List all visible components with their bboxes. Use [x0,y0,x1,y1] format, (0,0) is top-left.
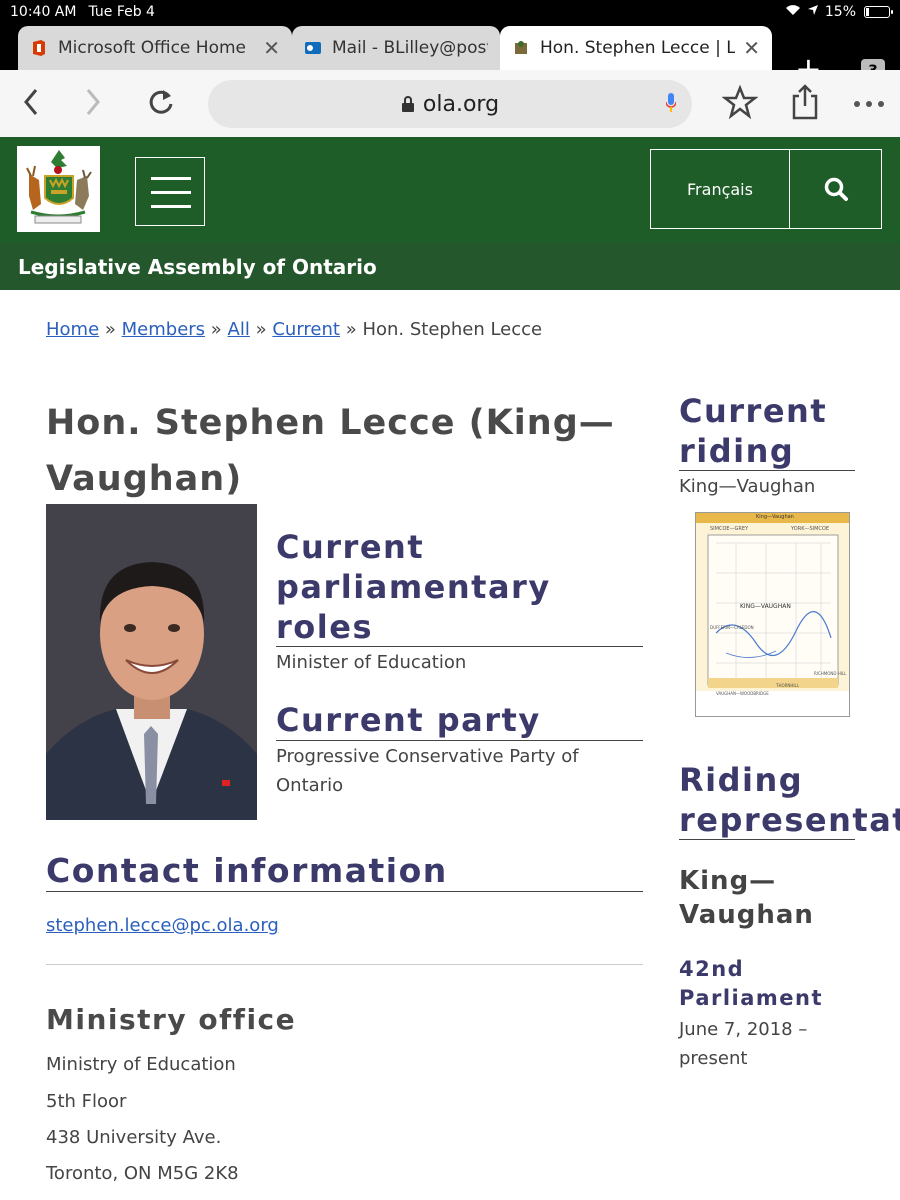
breadcrumb-current-page: Hon. Stephen Lecce [362,319,543,340]
tab-label: Microsoft Office Home [58,38,246,58]
url-text: ola.org [422,91,500,117]
breadcrumb-separator: » [210,319,222,340]
battery-percent: 15% [824,4,856,20]
tab-stephen-lecce[interactable]: Hon. Stephen Lecce | Leg ✕ [500,26,772,70]
share-icon[interactable] [788,82,822,130]
map-region-label: VAUGHAN—WOODBRIDGE [716,691,769,696]
role-text: Minister of Education [276,652,467,673]
ministry-office-heading: Ministry office [46,1003,297,1036]
menu-button[interactable] [135,157,205,226]
breadcrumb-home-link[interactable]: Home [46,319,99,340]
map-region-label: DUFFERIN—CALEDON [710,625,754,630]
close-tab-icon[interactable]: ✕ [743,36,760,60]
hamburger-line [151,177,191,180]
party-heading: Current party [276,701,541,739]
reload-icon[interactable] [143,82,177,130]
url-field[interactable]: ola.org [208,80,692,128]
contact-divider [46,891,643,892]
breadcrumb: Home » Members » All » Current » Hon. St… [46,319,542,340]
contact-heading: Contact information [46,851,448,890]
breadcrumb-separator: » [104,319,116,340]
ontario-coat-of-arms-logo[interactable] [17,146,100,232]
hamburger-line [151,191,191,194]
close-tab-icon[interactable]: ✕ [263,36,280,60]
map-region-label: RICHMOND HILL [814,671,847,676]
address-bar-row: ola.org [0,70,900,137]
map-region-label: SIMCOE—GREY [710,526,749,532]
parliament-heading: 42nd Parliament [679,957,824,1010]
breadcrumb-separator: » [255,319,267,340]
riding-map[interactable]: King—Vaughan SIMCOE—GREY YORK—SIMCOE KIN… [695,512,850,717]
status-time: 10:40 AM [10,4,77,20]
riding-representation-heading: Riding representation [679,761,900,839]
representation-divider [679,839,855,840]
parliament-term: June 7, 2018 – present [679,1019,808,1069]
lock-icon [401,96,414,112]
status-indicators: 15% [785,4,893,20]
crest-favicon-icon [515,41,527,54]
email-link[interactable]: stephen.lecce@pc.ola.org [46,911,279,940]
party-text: Progressive Conservative Party of Ontari… [276,746,579,796]
office-line: 5th Floor [46,1091,127,1112]
hamburger-line [151,205,191,208]
site-search-button[interactable] [789,149,882,229]
breadcrumb-members-link[interactable]: Members [122,319,205,340]
status-bar: 10:40 AM Tue Feb 4 15% [0,0,900,24]
breadcrumb-current-link[interactable]: Current [272,319,340,340]
location-arrow-icon [807,4,819,20]
page-title: Hon. Stephen Lecce (King—Vaughan) [46,403,615,499]
forward-button[interactable] [82,82,104,130]
assembly-name-banner[interactable]: Legislative Assembly of Ontario [0,243,900,290]
outlook-icon [305,42,321,54]
office-icon [33,40,45,56]
map-region-label: THORNHILL [776,683,800,688]
office-line: Ministry of Education [46,1054,236,1075]
map-center-label: KING—VAUGHAN [740,603,791,610]
office-line: Toronto, ON M5G 2K8 [46,1163,239,1184]
bookmark-star-icon[interactable] [721,82,759,130]
browser-tab-bar: Microsoft Office Home ✕ Mail - BLilley@p… [0,24,900,85]
office-line: 438 University Ave. [46,1127,222,1148]
member-portrait-photo [46,504,257,820]
search-icon [824,177,848,201]
back-button[interactable] [20,82,42,130]
status-date: Tue Feb 4 [88,4,155,20]
roles-divider [276,646,643,647]
breadcrumb-all-link[interactable]: All [228,319,250,340]
more-options-icon[interactable] [852,82,886,130]
party-divider [276,740,643,741]
battery-level [866,8,870,16]
language-toggle-button[interactable]: Français [650,149,790,229]
roles-heading: Current parliamentary roles [276,528,551,646]
section-divider [46,964,643,965]
tab-label: Mail - BLilley@postme [332,38,488,58]
map-title: King—Vaughan [756,514,794,520]
riding-divider [679,470,855,471]
site-header: Français [0,137,900,243]
battery-icon [864,6,893,18]
microphone-icon[interactable] [666,93,676,113]
tab-mail[interactable]: Mail - BLilley@postme [292,26,500,70]
tab-microsoft-office[interactable]: Microsoft Office Home ✕ [18,26,292,70]
representation-riding-name: King—Vaughan [679,866,814,930]
wifi-icon [785,4,801,20]
riding-name: King—Vaughan [679,476,816,497]
breadcrumb-separator: » [345,319,357,340]
tab-label: Hon. Stephen Lecce | Leg [540,38,736,58]
current-riding-heading: Current riding [679,392,828,470]
map-region-label: YORK—SIMCOE [791,526,830,532]
